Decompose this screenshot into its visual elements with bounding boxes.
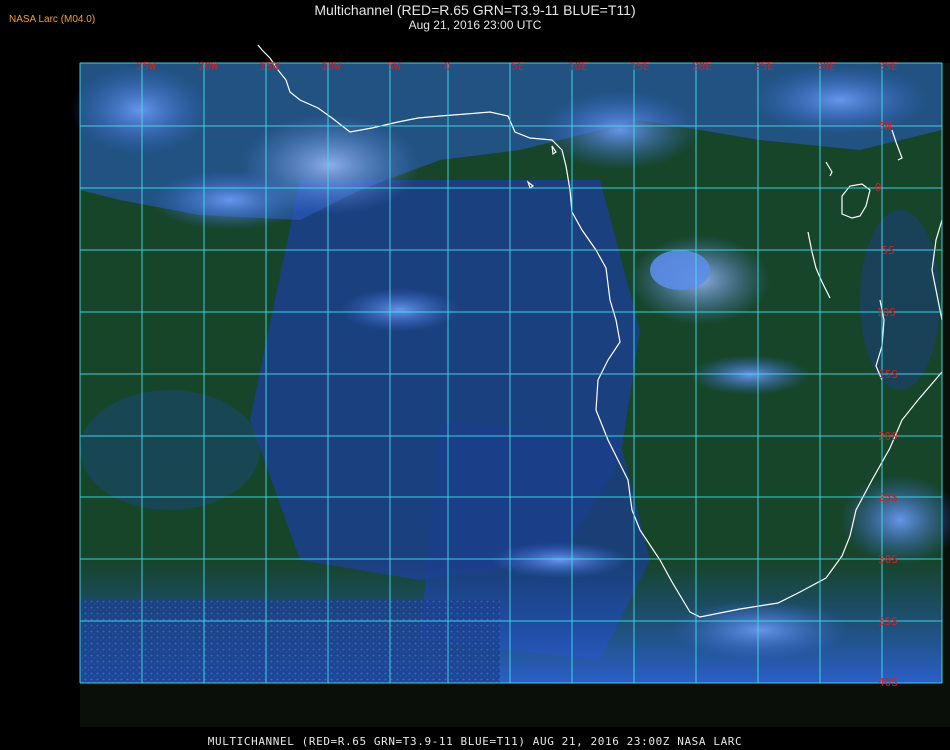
lon-label-30e: 30E: [816, 60, 836, 73]
lon-label-0: 0: [444, 60, 451, 73]
lat-label-20s: 20S: [878, 430, 898, 443]
lat-label-0: 0: [875, 181, 882, 194]
lon-label-35e: 35E: [878, 60, 898, 73]
lon-label-15e: 15E: [630, 60, 650, 73]
lat-label-40s: 40S: [878, 676, 898, 689]
lon-label-5e: 5E: [511, 60, 524, 73]
lon-label-5w: 5W: [387, 60, 401, 73]
lon-label-25e: 25E: [754, 60, 774, 73]
lat-label-35s: 35S: [878, 615, 898, 628]
lon-label-15w: 15W: [259, 60, 279, 73]
lat-label-10s: 10S: [876, 306, 896, 319]
lon-label-20e: 20E: [692, 60, 712, 73]
satellite-map: 25W 20W 15W 10W 5W 0 5E 10E 15E 20E 25E …: [70, 44, 950, 689]
lat-label-15s: 15S: [878, 368, 898, 381]
lat-label-25s: 25S: [878, 491, 898, 504]
lon-label-10e: 10E: [568, 60, 588, 73]
footer-caption: MULTICHANNEL (RED=R.65 GRN=T3.9-11 BLUE=…: [207, 735, 743, 748]
lon-label-10w: 10W: [321, 60, 341, 73]
lat-label-5s: 5S: [881, 244, 894, 257]
lon-label-20w: 20W: [198, 60, 218, 73]
lat-label-30s: 30S: [878, 553, 898, 566]
lon-label-25w: 25W: [136, 60, 156, 73]
lat-label-5n: 5N: [878, 120, 891, 133]
